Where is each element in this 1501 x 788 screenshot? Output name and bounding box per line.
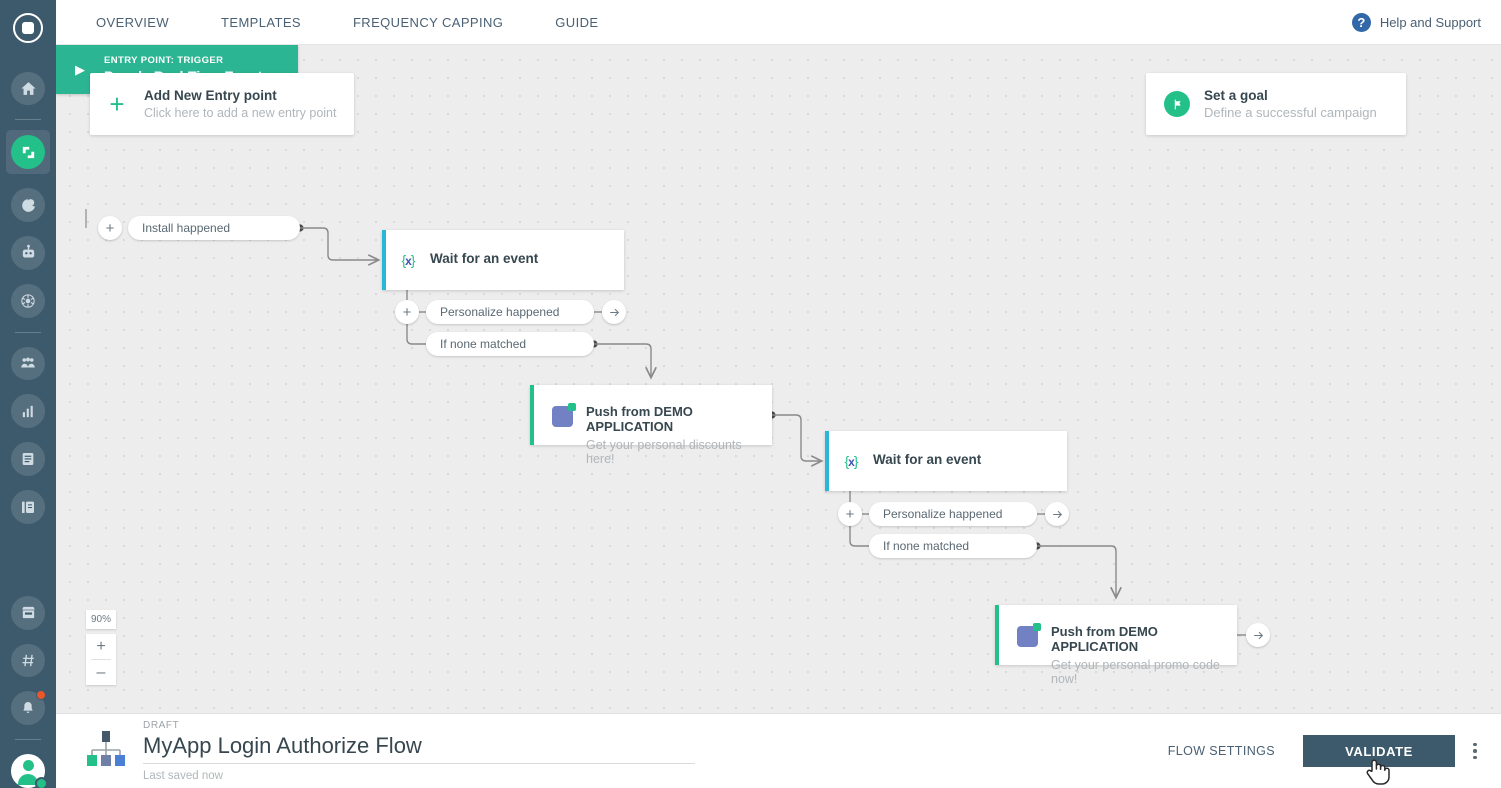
- flag-icon: [1164, 91, 1190, 117]
- connector-layer: [56, 45, 1501, 713]
- network-icon[interactable]: [11, 284, 45, 318]
- left-nav-rail: [0, 0, 56, 788]
- wait-node-title: Wait for an event: [873, 452, 981, 467]
- set-goal-title: Set a goal: [1204, 88, 1377, 103]
- add-entry-title: Add New Entry point: [144, 88, 336, 103]
- entry-point-kicker: ENTRY POINT: TRIGGER: [104, 55, 262, 66]
- push-node-subtitle: Get your personal promo code now!: [1051, 658, 1237, 686]
- branch-label: If none matched: [883, 539, 969, 553]
- push-app-icon: [552, 406, 573, 427]
- zoom-level-label: 90%: [86, 610, 116, 629]
- push-node-title: Push from DEMO APPLICATION: [586, 404, 772, 434]
- top-nav: OVERVIEW TEMPLATES FREQUENCY CAPPING GUI…: [56, 0, 624, 45]
- rail-divider-2: [15, 332, 41, 333]
- branch-label: Personalize happened: [440, 305, 559, 319]
- home-icon[interactable]: [11, 72, 45, 106]
- help-label: Help and Support: [1380, 15, 1481, 30]
- expression-icon: {x}: [386, 252, 430, 268]
- help-and-support-button[interactable]: ? Help and Support: [1352, 0, 1481, 45]
- branch-if-none-matched-2[interactable]: If none matched: [869, 534, 1037, 558]
- wait-for-event-node-1[interactable]: {x} Wait for an event: [382, 230, 624, 290]
- branch-personalize-happened-2[interactable]: Personalize happened: [869, 502, 1037, 526]
- zoom-controls: 90% + –: [86, 610, 116, 685]
- target-logo-icon[interactable]: [0, 0, 56, 56]
- rail-divider-1: [15, 119, 41, 120]
- rail-divider-3: [15, 739, 41, 740]
- tab-guide[interactable]: GUIDE: [529, 0, 624, 45]
- add-entry-subtitle: Click here to add a new entry point: [144, 106, 336, 120]
- branch-personalize-happened-1[interactable]: Personalize happened: [426, 300, 594, 324]
- flow-tree-icon: [83, 729, 143, 774]
- plus-icon: +: [90, 91, 144, 117]
- validate-button[interactable]: VALIDATE: [1303, 735, 1455, 767]
- flow-settings-button[interactable]: FLOW SETTINGS: [1168, 744, 1275, 758]
- notification-badge: [36, 690, 46, 700]
- people-icon[interactable]: [11, 347, 45, 381]
- question-mark-icon: ?: [1352, 13, 1371, 32]
- add-branch-button-install[interactable]: +: [98, 216, 122, 240]
- status-badge: DRAFT: [143, 720, 1168, 731]
- robot-icon[interactable]: [11, 236, 45, 270]
- branch-label: Personalize happened: [883, 507, 1002, 521]
- branch-next-button-2[interactable]: [1045, 502, 1069, 526]
- flow-builder-app: OVERVIEW TEMPLATES FREQUENCY CAPPING GUI…: [0, 0, 1501, 788]
- document-icon[interactable]: [11, 442, 45, 476]
- user-avatar[interactable]: [11, 754, 45, 788]
- add-new-entry-point-card[interactable]: + Add New Entry point Click here to add …: [90, 73, 354, 135]
- tab-overview[interactable]: OVERVIEW: [56, 0, 195, 45]
- branch-label: If none matched: [440, 337, 526, 351]
- push-node-2[interactable]: Push from DEMO APPLICATION Get your pers…: [995, 605, 1237, 665]
- wait-node-title: Wait for an event: [430, 251, 538, 266]
- flow-info: DRAFT Last saved now: [143, 720, 1168, 782]
- push-node-subtitle: Get your personal discounts here!: [586, 438, 772, 466]
- add-branch-button-wait2[interactable]: +: [838, 502, 862, 526]
- last-saved-label: Last saved now: [143, 770, 1168, 782]
- push-node-1[interactable]: Push from DEMO APPLICATION Get your pers…: [530, 385, 772, 445]
- flow-name-input[interactable]: [143, 731, 695, 764]
- push-next-button-2[interactable]: [1246, 623, 1270, 647]
- push-node-title: Push from DEMO APPLICATION: [1051, 624, 1237, 654]
- flows-icon: [11, 135, 45, 169]
- add-branch-button-wait1[interactable]: +: [395, 300, 419, 324]
- set-goal-subtitle: Define a successful campaign: [1204, 105, 1377, 120]
- branch-if-none-matched-1[interactable]: If none matched: [426, 332, 594, 356]
- zoom-out-button[interactable]: –: [86, 660, 116, 685]
- moon-icon[interactable]: [11, 188, 45, 222]
- library-icon[interactable]: [11, 490, 45, 524]
- push-app-icon: [1017, 626, 1038, 647]
- top-bar: OVERVIEW TEMPLATES FREQUENCY CAPPING GUI…: [56, 0, 1501, 45]
- set-a-goal-card[interactable]: Set a goal Define a successful campaign: [1146, 73, 1406, 135]
- wait-for-event-node-2[interactable]: {x} Wait for an event: [825, 431, 1067, 491]
- tab-templates[interactable]: TEMPLATES: [195, 0, 327, 45]
- sidebar-item-flows[interactable]: [6, 130, 50, 174]
- tab-frequency-capping[interactable]: FREQUENCY CAPPING: [327, 0, 529, 45]
- bottom-bar: DRAFT Last saved now FLOW SETTINGS VALID…: [56, 713, 1501, 788]
- store-icon[interactable]: [11, 596, 45, 630]
- branch-install-happened[interactable]: Install happened: [128, 216, 300, 240]
- branch-label: Install happened: [142, 221, 230, 235]
- branch-next-button-1[interactable]: [602, 300, 626, 324]
- gear-icon: [35, 777, 48, 788]
- bell-icon[interactable]: [11, 691, 45, 725]
- kebab-menu-icon[interactable]: [1455, 743, 1495, 760]
- expression-icon: {x}: [829, 453, 873, 469]
- hashtag-icon[interactable]: [11, 644, 45, 678]
- zoom-in-button[interactable]: +: [86, 634, 116, 659]
- analytics-icon[interactable]: [11, 394, 45, 428]
- flow-canvas[interactable]: + Add New Entry point Click here to add …: [56, 45, 1501, 713]
